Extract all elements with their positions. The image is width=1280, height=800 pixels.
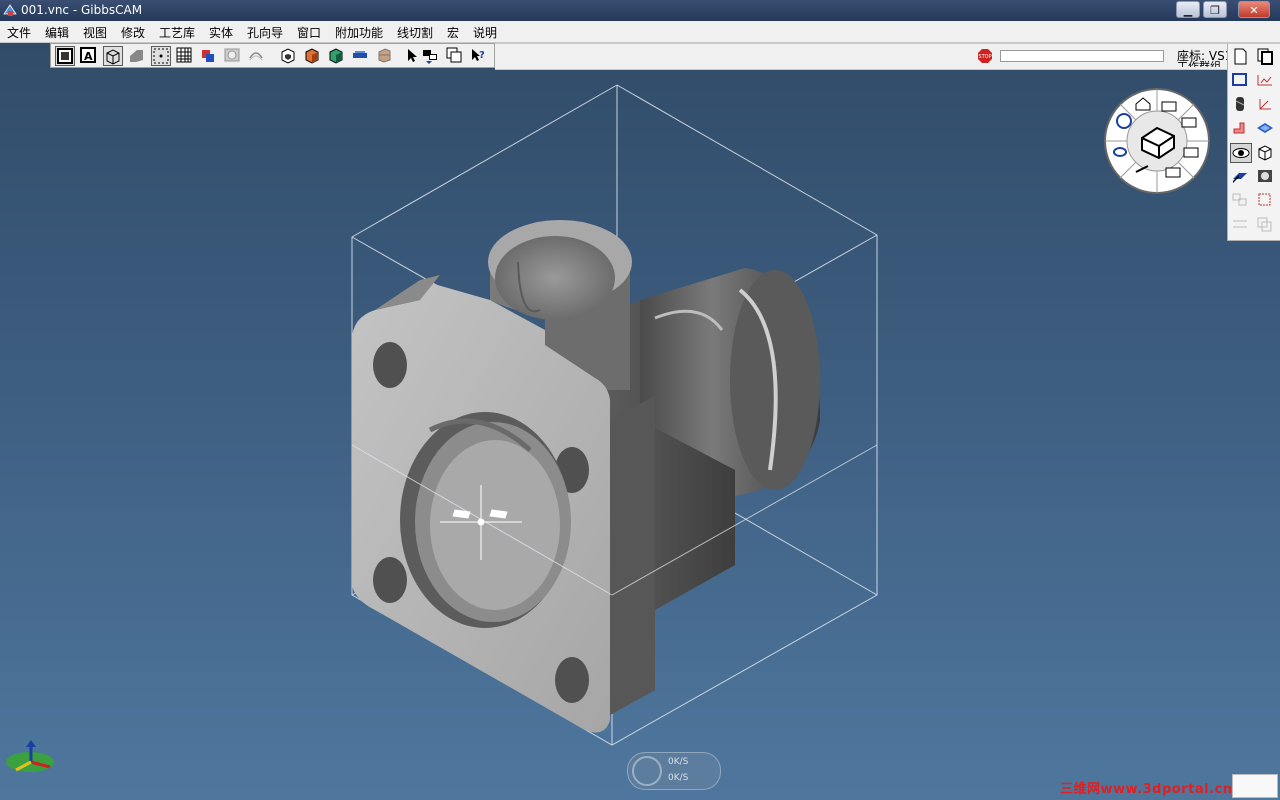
menu-addons[interactable]: 附加功能 — [335, 24, 383, 41]
stop-icon[interactable]: STOP — [977, 48, 993, 64]
menu-bar: 文件 编辑 视图 修改 工艺库 实体 孔向导 窗口 附加功能 线切割 宏 说明 — [0, 21, 1280, 43]
menu-hole-wizard[interactable]: 孔向导 — [247, 24, 283, 41]
minimize-button[interactable]: ▁ — [1176, 1, 1200, 18]
curve-icon[interactable] — [247, 46, 267, 66]
right-view-icon — [1181, 117, 1197, 128]
bottom-view-icon — [1183, 147, 1199, 158]
help-pointer-icon[interactable]: ? — [469, 46, 489, 66]
svg-text:?: ? — [479, 50, 485, 61]
viewport-3d[interactable] — [0, 68, 1280, 800]
view-orientation-wheel[interactable] — [1102, 86, 1212, 196]
iso-view-icon[interactable] — [279, 46, 299, 66]
menu-wire-edm[interactable]: 线切割 — [397, 24, 433, 41]
bolt-hole-top-left — [373, 342, 407, 388]
solid-a-icon[interactable] — [303, 46, 323, 66]
back-view-icon — [1165, 167, 1181, 178]
maximize-button[interactable]: ❐ — [1203, 1, 1227, 18]
menu-view[interactable]: 视图 — [83, 24, 107, 41]
menu-edit[interactable]: 编辑 — [45, 24, 69, 41]
main-toolbar: A ? — [50, 43, 495, 68]
document-icon[interactable] — [1230, 47, 1252, 67]
menu-solid[interactable]: 实体 — [209, 24, 233, 41]
documents-stack-icon[interactable] — [1255, 47, 1277, 67]
title-bar: 001.vnc - GibbsCAM ▁ ❐ ✕ — [0, 0, 1280, 21]
frame-view-icon[interactable] — [55, 46, 75, 66]
gibbscam-app-icon[interactable] — [2, 2, 18, 18]
pointer-icon[interactable] — [403, 46, 423, 66]
menu-macro[interactable]: 宏 — [447, 24, 459, 41]
grid-icon[interactable] — [175, 46, 195, 66]
solid-b-icon[interactable] — [327, 46, 347, 66]
close-button[interactable]: ✕ — [1238, 1, 1270, 18]
text-view-icon[interactable]: A — [79, 46, 99, 66]
top-view-icon — [1161, 101, 1177, 112]
network-meter: 0K/S 0K/S — [627, 752, 721, 790]
plate-icon[interactable] — [351, 46, 371, 66]
menu-window[interactable]: 窗口 — [297, 24, 321, 41]
progress-bar — [1000, 50, 1164, 62]
menu-process-library[interactable]: 工艺库 — [159, 24, 195, 41]
svg-text:STOP: STOP — [978, 54, 991, 60]
stack-icon[interactable] — [375, 46, 395, 66]
upload-speed: 0K/S — [668, 757, 689, 767]
workgroup-label: 工作群组 — [1177, 60, 1221, 67]
menu-modify[interactable]: 修改 — [121, 24, 145, 41]
menu-help[interactable]: 说明 — [473, 24, 497, 41]
select-point-icon[interactable] — [151, 46, 171, 66]
network-dial-icon — [632, 756, 662, 786]
axis-triad-icon — [6, 740, 54, 772]
solid-view-icon[interactable] — [103, 46, 123, 66]
menu-file[interactable]: 文件 — [7, 24, 31, 41]
download-speed: 0K/S — [668, 773, 689, 783]
watermark: 三维网www.3dportal.cn — [1060, 782, 1233, 797]
svg-text:A: A — [84, 50, 93, 63]
corner-panel — [1232, 774, 1278, 798]
status-area: STOP 座标: VS1 工作群组 — [495, 43, 1280, 70]
outline-icon[interactable] — [223, 46, 243, 66]
bolt-hole-bottom-right — [555, 657, 589, 703]
window-stack-icon[interactable] — [445, 46, 465, 66]
tile-windows-icon[interactable] — [421, 46, 441, 66]
window-title: 001.vnc - GibbsCAM — [21, 3, 143, 17]
color-solid-icon[interactable] — [199, 46, 219, 66]
shade-view-icon[interactable] — [127, 46, 147, 66]
bolt-hole-bottom-left — [373, 557, 407, 603]
